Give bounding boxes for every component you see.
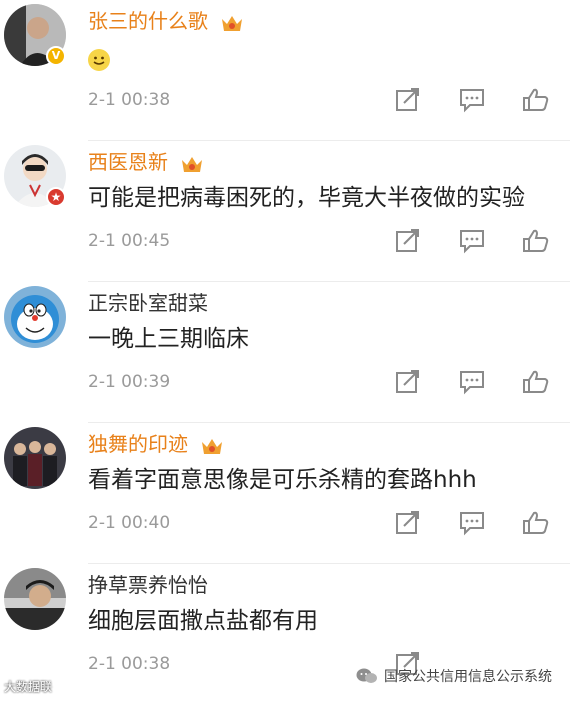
username[interactable]: 独舞的印迹: [88, 431, 224, 457]
username[interactable]: 西医恩新: [88, 149, 204, 175]
username[interactable]: 张三的什么歌: [88, 8, 244, 34]
comment-time: 2-1 00:45: [88, 231, 171, 251]
comment-item: V 张三的什么歌 2-1 00:38: [0, 0, 570, 141]
comment-item: 独舞的印迹 看着字面意思像是可乐杀精的套路hhh 2-1 00:40: [0, 423, 570, 564]
verified-badge-icon: V: [46, 46, 66, 66]
comment-icon[interactable]: [458, 228, 486, 254]
like-icon[interactable]: [522, 228, 550, 254]
like-icon[interactable]: [522, 87, 550, 113]
comment-time: 2-1 00:38: [88, 654, 171, 674]
watermark-text: 国家公共信用信息公示系统: [384, 669, 552, 685]
comment-time: 2-1 00:39: [88, 372, 171, 392]
comment-text: 看着字面意思像是可乐杀精的套路hhh: [88, 467, 477, 493]
wechat-icon: [356, 668, 377, 683]
source-watermark: 国家公共信用信息公示系统: [356, 664, 552, 688]
comment-time: 2-1 00:40: [88, 513, 171, 533]
vip-crown-icon: [220, 13, 244, 33]
comment-text: 可能是把病毒困死的，毕竟大半夜做的实验: [88, 185, 525, 211]
verified-badge-icon: ★: [46, 187, 66, 207]
username[interactable]: 正宗卧室甜菜: [88, 290, 208, 316]
comment-text: [88, 44, 110, 74]
vip-crown-icon: [200, 436, 224, 456]
share-icon[interactable]: [394, 510, 422, 536]
comment-item: 正宗卧室甜菜 一晚上三期临床 2-1 00:39: [0, 282, 570, 423]
comment-icon[interactable]: [458, 510, 486, 536]
share-icon[interactable]: [394, 369, 422, 395]
username[interactable]: 挣草票养怡怡: [88, 572, 208, 598]
avatar[interactable]: [4, 286, 66, 348]
share-icon[interactable]: [394, 228, 422, 254]
like-icon[interactable]: [522, 369, 550, 395]
comment-icon[interactable]: [458, 369, 486, 395]
corner-watermark: 大数据联: [4, 680, 53, 694]
comment-item: ★ 西医恩新 可能是把病毒困死的，毕竟大半夜做的实验 2-1 00:45: [0, 141, 570, 282]
smile-emoji-icon: [88, 48, 110, 71]
comment-time: 2-1 00:38: [88, 90, 171, 110]
like-icon[interactable]: [522, 510, 550, 536]
comment-text: 一晚上三期临床: [88, 326, 249, 352]
share-icon[interactable]: [394, 87, 422, 113]
comment-text: 细胞层面撒点盐都有用: [88, 608, 318, 634]
vip-crown-icon: [180, 154, 204, 174]
avatar[interactable]: [4, 568, 66, 630]
avatar[interactable]: [4, 427, 66, 489]
comment-icon[interactable]: [458, 87, 486, 113]
